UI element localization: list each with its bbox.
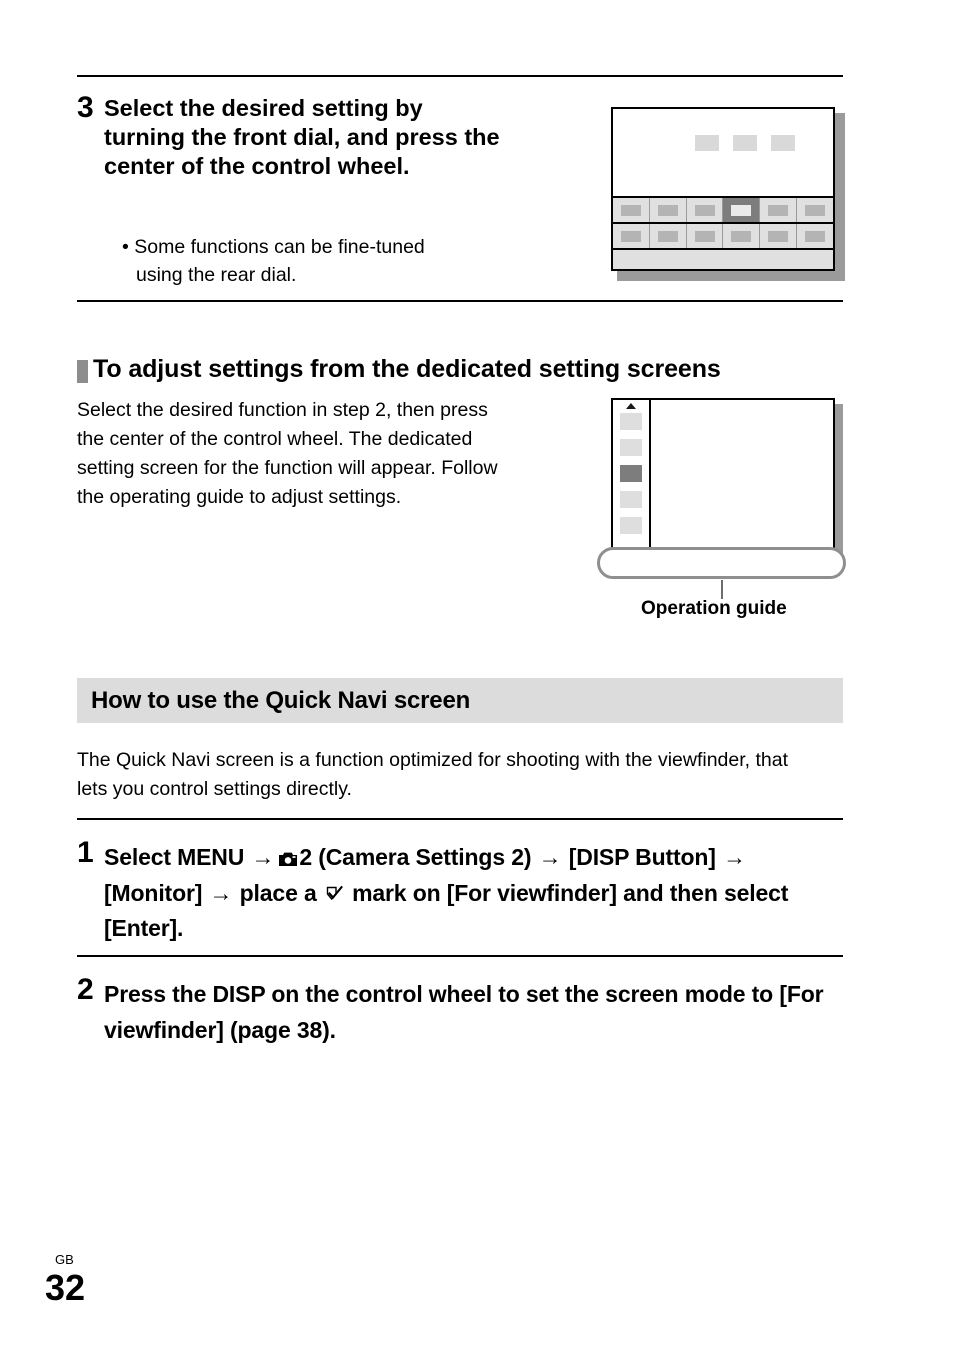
divider-top <box>77 75 843 77</box>
grid-cell-glyph <box>768 230 789 242</box>
setting-sidebar <box>613 400 651 560</box>
grid-cell <box>613 198 650 222</box>
screen-frame <box>611 107 835 271</box>
grid-cell <box>650 198 687 222</box>
step-1-text: Select MENU → 2 (Camera Settings 2) → [DI… <box>104 840 844 947</box>
bar-bullet-icon <box>77 360 88 383</box>
illustration-quick-navi-screen <box>611 107 845 281</box>
sidebar-item <box>620 439 642 456</box>
grid-cell <box>797 198 833 222</box>
grid-cell <box>613 224 650 248</box>
step-2-text: Press the DISP on the control wheel to s… <box>104 981 824 1043</box>
status-icon-2 <box>733 135 757 151</box>
section-heading-band: How to use the Quick Navi screen <box>77 678 843 723</box>
checkmark-icon <box>325 885 344 904</box>
step-3-heading: Select the desired setting by turning th… <box>104 95 500 180</box>
step-3-number: 3 <box>77 91 94 124</box>
step-1-part-3: [DISP Button] <box>568 844 723 870</box>
top-icon-group <box>695 135 795 151</box>
section-paragraph: The Quick Navi screen is a function opti… <box>77 749 789 801</box>
grid-cell-glyph <box>694 230 715 242</box>
grid-cell <box>760 224 798 248</box>
subsection-heading-text: To adjust settings from the dedicated se… <box>93 355 721 383</box>
camera-icon <box>278 851 298 867</box>
sidebar-item <box>620 517 642 534</box>
grid-cell-glyph <box>694 204 715 216</box>
arrow-icon: → <box>538 844 562 870</box>
grid-cell <box>760 198 798 222</box>
step-1-number: 1 <box>77 836 94 869</box>
divider-after-step-3 <box>77 300 843 302</box>
settings-grid <box>613 196 833 269</box>
settings-grid-row-2 <box>613 222 833 248</box>
divider-before-step-1 <box>77 818 843 820</box>
footer-language-code: GB <box>55 1252 74 1267</box>
sidebar-item <box>620 491 642 508</box>
grid-cell <box>687 224 724 248</box>
grid-cell <box>723 224 761 248</box>
grid-cell-glyph <box>805 230 826 242</box>
grid-cell-glyph <box>805 204 826 216</box>
step-1-part-1: Select MENU <box>104 844 251 870</box>
chevron-up-icon <box>626 403 636 409</box>
arrow-icon: → <box>209 879 233 906</box>
grid-cell-glyph <box>731 204 752 216</box>
settings-grid-footer-strip <box>613 248 833 269</box>
subsection-paragraph: Select the desired function in step 2, t… <box>77 399 498 508</box>
step-1-part-2: 2 (Camera Settings 2) <box>299 844 538 870</box>
subsection-heading: To adjust settings from the dedicated se… <box>77 355 721 384</box>
sidebar-item <box>620 413 642 430</box>
status-icon-1 <box>695 135 719 151</box>
grid-cell-glyph <box>768 204 789 216</box>
footer-page-number: 32 <box>45 1267 86 1308</box>
operation-guide-label: Operation guide <box>641 598 787 619</box>
grid-cell <box>797 224 833 248</box>
step-1-part-5: place a <box>239 879 323 906</box>
grid-cell-glyph <box>657 204 678 216</box>
section-heading-text: How to use the Quick Navi screen <box>91 687 471 714</box>
settings-grid-row-1 <box>613 196 833 222</box>
grid-cell <box>687 198 724 222</box>
grid-cell-glyph <box>620 204 641 216</box>
grid-cell-glyph <box>620 230 641 242</box>
screen-frame <box>611 398 835 562</box>
grid-cell-glyph <box>731 230 752 242</box>
manual-page: 3 Select the desired setting by turning … <box>0 0 954 1345</box>
arrow-icon: → <box>251 844 275 870</box>
callout-leader-line <box>721 580 723 599</box>
setting-content-area <box>651 400 833 560</box>
sidebar-item-selected <box>620 465 642 482</box>
step-2-number: 2 <box>77 973 94 1006</box>
divider-before-step-2 <box>77 955 843 957</box>
grid-cell-selected <box>723 198 761 222</box>
step-3-bullet: • Some functions can be fine-tuned using… <box>122 236 425 286</box>
step-1-part-4: [Monitor] <box>104 879 209 906</box>
arrow-icon: → <box>723 844 746 870</box>
status-icon-3 <box>771 135 795 151</box>
grid-cell-glyph <box>657 230 678 242</box>
operation-guide-callout-outline <box>597 547 846 579</box>
grid-cell <box>650 224 687 248</box>
